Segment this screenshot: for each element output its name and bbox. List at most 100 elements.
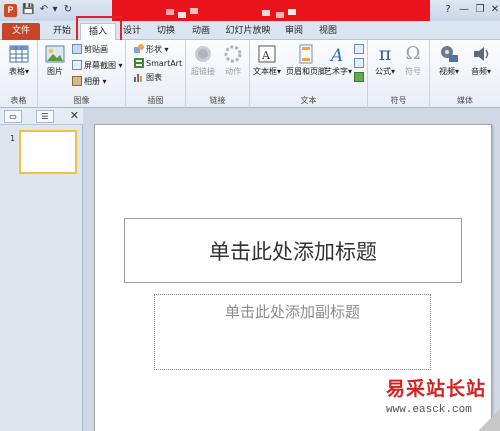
chart-icon [134, 74, 142, 82]
action-button[interactable]: 动作 [218, 44, 248, 77]
save-icon[interactable]: 💾 [22, 4, 34, 16]
equation-button[interactable]: π 公式▾ [370, 44, 400, 77]
title-bar: P 💾 ↶ ▾ ↻ ? — ❐ ✕ [0, 0, 500, 21]
video-icon [441, 46, 458, 62]
group-illustrations: 形状 ▾ SmartArt 图表 插图 [126, 40, 186, 108]
pane-close-icon[interactable]: ✕ [70, 109, 79, 122]
subtitle-placeholder-text: 单击此处添加副标题 [224, 303, 360, 321]
audio-button[interactable]: 音频▾ [466, 44, 496, 77]
group-table: 表格▾ 表格 [0, 40, 38, 108]
picture-button-label: 图片 [47, 67, 63, 76]
wordart-button[interactable]: A 艺术字▾ [324, 44, 352, 77]
watermark-corner-fold [478, 409, 500, 431]
audio-label: 音频 [470, 67, 487, 76]
group-label-text: 文本 [300, 96, 317, 105]
site-watermark: 易采站长站 www.easck.com [372, 372, 500, 431]
shapes-button[interactable]: 形状 ▾ [134, 44, 169, 56]
equation-label: 公式 [374, 67, 391, 76]
svg-text:A: A [261, 49, 271, 62]
object-icon [354, 72, 364, 82]
shapes-label: 形状 [146, 45, 162, 54]
screenshot-button[interactable]: 屏幕截图 ▾ [72, 60, 123, 72]
powerpoint-app-icon[interactable]: P [4, 4, 17, 17]
audio-icon [474, 47, 489, 61]
slides-pane: ▭ ☰ ✕ 1 [0, 108, 83, 431]
svg-text:A: A [329, 46, 343, 64]
chart-label: 图表 [146, 73, 162, 82]
title-placeholder[interactable]: 单击此处添加标题 [124, 218, 462, 283]
undo-dropdown-icon[interactable]: ▾ [49, 4, 61, 16]
group-label-media: 媒体 [457, 96, 473, 105]
textbox-icon: A [258, 45, 276, 63]
album-button[interactable]: 相册 ▾ [72, 76, 107, 88]
watermark-title: 易采站长站 [386, 378, 487, 400]
action-label: 动作 [225, 67, 241, 76]
textbox-button[interactable]: A 文本框▾ [252, 44, 282, 77]
date-time-icon [354, 44, 364, 54]
title-placeholder-text: 单击此处添加标题 [209, 239, 377, 264]
tab-home[interactable]: 开始 [48, 23, 76, 40]
insert-tab-highlight [76, 16, 122, 43]
tab-slides-thumbnails[interactable]: ▭ [4, 110, 22, 123]
tab-file[interactable]: 文件 [2, 23, 40, 40]
tab-design[interactable]: 设计 [118, 23, 146, 40]
slide-number-button[interactable] [354, 58, 366, 70]
wordart-icon: A [329, 46, 343, 64]
chart-button[interactable]: 图表 [134, 72, 162, 84]
tab-animations[interactable]: 动画 [186, 23, 216, 40]
tab-view[interactable]: 视图 [314, 23, 342, 40]
action-icon [224, 45, 242, 63]
tab-review[interactable]: 审阅 [280, 23, 308, 40]
header-footer-button[interactable]: 页眉和页脚 [286, 44, 326, 77]
restore-icon[interactable]: ❐ [472, 4, 488, 17]
ribbon-tab-bar: 文件 开始 插入 设计 切换 动画 幻灯片放映 审阅 视图 [0, 21, 500, 41]
tab-outline[interactable]: ☰ [36, 110, 54, 123]
slide-number-icon [354, 58, 364, 68]
video-button[interactable]: 视频▾ [434, 44, 464, 77]
table-button[interactable]: 表格▾ [4, 44, 34, 77]
slide-thumbnail[interactable] [19, 130, 77, 174]
group-label-links: 链接 [209, 96, 226, 105]
picture-icon [45, 45, 65, 63]
video-label: 视频 [438, 67, 455, 76]
subtitle-placeholder[interactable]: 单击此处添加副标题 [154, 294, 431, 370]
smartart-icon [134, 58, 144, 68]
symbol-button[interactable]: Ω 符号 [398, 44, 428, 77]
slide-number: 1 [10, 134, 16, 143]
tab-slideshow[interactable]: 幻灯片放映 [224, 23, 272, 40]
group-symbols: π 公式▾ Ω 符号 符号 [368, 40, 430, 108]
hyperlink-button[interactable]: 超链接 [188, 44, 218, 77]
date-time-button[interactable] [354, 44, 366, 56]
smartart-button[interactable]: SmartArt [134, 58, 182, 70]
minimize-icon[interactable]: — [456, 4, 472, 17]
hyperlink-label: 超链接 [191, 67, 215, 76]
picture-button[interactable]: 图片 [40, 44, 70, 77]
watermark-url: www.easck.com [386, 404, 472, 416]
group-images: 图片 剪贴画 屏幕截图 ▾ 相册 ▾ 图像 [38, 40, 126, 108]
album-label: 相册 [84, 77, 100, 86]
group-label-symbols: 符号 [390, 96, 407, 105]
wordart-label: 艺术字 [324, 67, 348, 76]
table-icon [9, 45, 29, 63]
group-media: 视频▾ 音频▾ 媒体 [430, 40, 500, 108]
group-text: A 文本框▾ 页眉和页脚 A 艺术字▾ 文本 [250, 40, 368, 108]
tab-transitions[interactable]: 切换 [152, 23, 180, 40]
help-icon[interactable]: ? [440, 4, 456, 17]
close-icon[interactable]: ✕ [487, 4, 500, 17]
textbox-label: 文本框 [252, 67, 277, 76]
hyperlink-icon [195, 46, 211, 62]
symbol-icon: Ω [405, 43, 421, 64]
header-footer-icon [299, 44, 313, 64]
header-footer-label: 页眉和页脚 [286, 67, 326, 76]
shapes-icon [134, 44, 144, 53]
group-links: 超链接 动作 链接 [186, 40, 250, 108]
clipart-button[interactable]: 剪贴画 [72, 44, 108, 56]
clipart-label: 剪贴画 [84, 45, 108, 54]
smartart-label: SmartArt [146, 59, 183, 68]
title-banner [112, 0, 430, 21]
screenshot-icon [72, 60, 82, 70]
slides-pane-tabs: ▭ ☰ ✕ [0, 108, 83, 125]
redo-icon[interactable]: ↻ [62, 4, 74, 16]
object-button[interactable] [354, 72, 366, 84]
symbol-label: 符号 [405, 67, 421, 76]
